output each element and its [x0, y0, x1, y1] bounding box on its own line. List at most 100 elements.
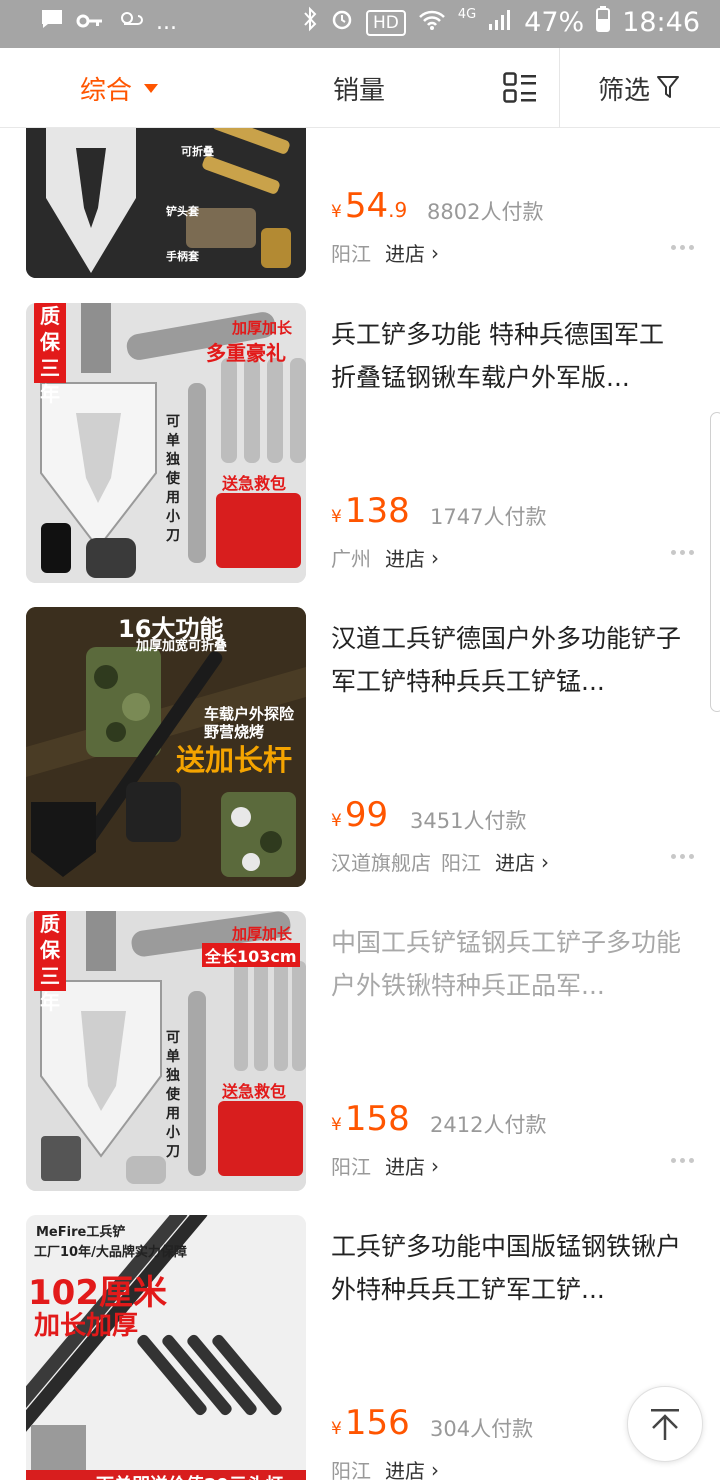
- more-notifications: ...: [156, 9, 177, 35]
- thumb-label: 可单独使用小刀: [166, 1030, 180, 1160]
- bluetooth-icon: [302, 6, 318, 39]
- thumb-label: 手柄套: [166, 250, 199, 263]
- price-decimal: .9: [388, 198, 408, 222]
- funnel-icon: [657, 76, 680, 98]
- currency-symbol: ¥: [331, 1115, 342, 1135]
- shop-info: 阳江 进店 ›: [331, 1455, 439, 1480]
- product-price: ¥ 138: [331, 491, 410, 531]
- product-price: ¥ 158: [331, 1099, 410, 1139]
- battery-percent: 47%: [524, 7, 585, 38]
- product-image[interactable]: MeFire工兵铲 工厂10年/大品牌实力保障 102厘米 加长加厚 下单即送价…: [26, 1215, 306, 1480]
- network-type: 4G: [457, 7, 477, 22]
- product-image[interactable]: 可折叠 铲头套 手柄套: [26, 128, 306, 278]
- sort-bar-divider: [559, 48, 560, 128]
- message-icon: [40, 8, 64, 36]
- product-card[interactable]: 质保三年 加厚加长 全长103cm 可单独使用小刀 送急救包 中国工兵铲锰钢兵工…: [0, 911, 720, 1215]
- caret-down-icon: [144, 83, 159, 93]
- status-bar-notifications: ...: [40, 8, 177, 36]
- more-options-button[interactable]: [671, 1158, 694, 1163]
- thumb-label: 送急救包: [222, 474, 287, 493]
- currency-symbol: ¥: [331, 507, 342, 527]
- product-title[interactable]: 兵工铲多功能 特种兵德国军工折叠锰钢锹车载户外军版...: [331, 313, 681, 399]
- side-drawer-handle[interactable]: [710, 412, 720, 712]
- thumb-label: 可折叠: [181, 145, 214, 158]
- arrow-up-icon: [651, 1409, 679, 1440]
- currency-symbol: ¥: [331, 202, 342, 222]
- thumb-label: 可单独使用小刀: [166, 414, 180, 544]
- enter-store-link[interactable]: 进店: [385, 238, 425, 267]
- enter-store-link[interactable]: 进店: [385, 543, 425, 572]
- thumb-label: 铲头套: [166, 205, 199, 218]
- chevron-right-icon: ›: [431, 240, 439, 265]
- alarm-icon: [330, 7, 354, 38]
- weather-icon: [116, 8, 144, 36]
- product-title[interactable]: 汉道工兵铲德国户外多功能铲子军工铲特种兵兵工铲锰...: [331, 617, 681, 703]
- filter-button[interactable]: 筛选: [598, 48, 680, 128]
- currency-symbol: ¥: [331, 1419, 342, 1439]
- more-options-button[interactable]: [671, 550, 694, 555]
- signal-icon: [488, 8, 512, 38]
- sort-tab-sales[interactable]: 销量: [333, 48, 385, 128]
- product-card[interactable]: MeFire工兵铲 工厂10年/大品牌实力保障 102厘米 加长加厚 下单即送价…: [0, 1215, 720, 1480]
- product-title[interactable]: 中国工兵铲锰钢兵工铲子多功能户外铁锹特种兵正品军...: [331, 921, 681, 1007]
- chevron-right-icon: ›: [541, 849, 549, 874]
- thumb-label: 送加长杆: [176, 743, 293, 777]
- back-to-top-button[interactable]: [627, 1386, 703, 1462]
- hd-badge: HD: [365, 9, 406, 36]
- status-bar-system: HD 4G 47% 18:46: [302, 6, 700, 39]
- buyer-count: 3451人付款: [410, 809, 527, 833]
- warranty-badge: 质保三年: [34, 303, 66, 406]
- enter-store-link[interactable]: 进店: [385, 1455, 425, 1480]
- buyer-count: 2412人付款: [430, 1113, 547, 1137]
- thumb-label: 送急救包: [222, 1082, 287, 1101]
- thumb-label: 加厚加长: [232, 925, 293, 943]
- thumb-label: 下单即送价值29元头灯: [96, 1471, 283, 1480]
- product-card[interactable]: 可折叠 铲头套 手柄套 ¥ 54 .9 8802人付款 阳江 进店 ›: [0, 128, 720, 302]
- chevron-right-icon: ›: [431, 1153, 439, 1178]
- product-list: 可折叠 铲头套 手柄套 ¥ 54 .9 8802人付款 阳江 进店 › 质保三年…: [0, 128, 720, 1480]
- thumb-label: 加厚加宽可折叠: [136, 639, 228, 654]
- price-integer: 99: [344, 795, 389, 835]
- shop-name: 汉道旗舰店: [331, 851, 431, 875]
- more-options-button[interactable]: [671, 245, 694, 250]
- product-image[interactable]: 质保三年 加厚加长 全长103cm 可单独使用小刀 送急救包: [26, 911, 306, 1191]
- buyer-count: 8802人付款: [427, 200, 544, 224]
- product-price: ¥ 99: [331, 795, 388, 835]
- chevron-right-icon: ›: [431, 545, 439, 570]
- thumb-label: 加长加厚: [34, 1311, 139, 1341]
- sort-filter-bar: 综合 销量 筛选: [0, 48, 720, 128]
- enter-store-link[interactable]: 进店: [385, 1151, 425, 1180]
- price-integer: 158: [344, 1099, 410, 1139]
- sort-tab-default[interactable]: 综合: [80, 48, 159, 128]
- product-price: ¥ 156: [331, 1403, 410, 1443]
- product-card[interactable]: 质保三年 加厚加长 多重豪礼 可单独使用小刀 送急救包 兵工铲多功能 特种兵德国…: [0, 303, 720, 607]
- thumb-label: 加厚加长: [232, 319, 293, 337]
- thumb-label: 多重豪礼: [206, 341, 286, 365]
- buyer-count: 304人付款: [430, 1417, 534, 1441]
- filter-label: 筛选: [598, 75, 651, 106]
- more-options-button[interactable]: [671, 854, 694, 859]
- product-price: ¥ 54 .9: [331, 186, 407, 226]
- shop-location: 广州: [331, 547, 371, 571]
- product-card[interactable]: 16大功能 加厚加宽可折叠 车载户外探险 野营烧烤 送加长杆 汉道工兵铲德国户外…: [0, 607, 720, 911]
- price-integer: 138: [344, 491, 410, 531]
- enter-store-link[interactable]: 进店: [495, 847, 535, 876]
- product-image[interactable]: 质保三年 加厚加长 多重豪礼 可单独使用小刀 送急救包: [26, 303, 306, 583]
- thumb-label: 工厂10年/大品牌实力保障: [34, 1245, 187, 1260]
- wifi-icon: [418, 8, 446, 38]
- shop-location: 阳江: [331, 1459, 371, 1480]
- warranty-badge: 质保三年: [34, 911, 66, 1014]
- view-toggle-button[interactable]: [500, 48, 540, 128]
- shop-location: 阳江: [331, 242, 371, 266]
- shop-info: 汉道旗舰店 阳江 进店 ›: [331, 847, 549, 876]
- shop-info: 阳江 进店 ›: [331, 1151, 439, 1180]
- shop-location: 阳江: [441, 851, 481, 875]
- product-image[interactable]: 16大功能 加厚加宽可折叠 车载户外探险 野营烧烤 送加长杆: [26, 607, 306, 887]
- status-bar: ... HD 4G 47% 18:46: [0, 0, 720, 48]
- product-title[interactable]: 工兵铲多功能中国版锰钢铁锹户外特种兵兵工铲军工铲...: [331, 1225, 681, 1311]
- key-icon: [76, 10, 104, 35]
- clock: 18:46: [622, 7, 700, 38]
- shop-location: 阳江: [331, 1155, 371, 1179]
- battery-icon: [596, 6, 611, 39]
- shop-info: 阳江 进店 ›: [331, 238, 439, 267]
